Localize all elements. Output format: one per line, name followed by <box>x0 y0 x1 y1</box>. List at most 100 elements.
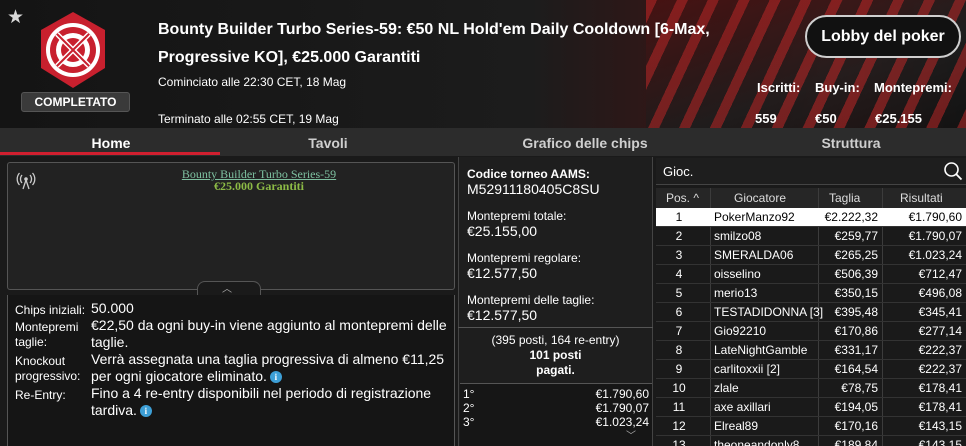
rank-cell: 7 <box>675 324 683 338</box>
sort-arrow-icon[interactable]: ^ <box>693 191 699 205</box>
result-cell: €178,41 <box>918 400 962 414</box>
lobby-button[interactable]: Lobby del poker <box>805 15 961 58</box>
payout-amount: €1.023,24 <box>595 415 649 429</box>
column-header-bounty[interactable]: Taglia <box>829 191 860 205</box>
knockout-text: Verrà assegnata una taglia progressiva d… <box>91 351 445 384</box>
buyin-value: €50 <box>815 111 837 126</box>
buyin-label: Buy-in: <box>815 80 860 95</box>
star-icon[interactable]: ★ <box>7 6 24 29</box>
player-name-cell: carlitoxxii [2] <box>714 362 781 376</box>
info-icon[interactable]: i <box>139 405 152 418</box>
bounty-cell: €265,25 <box>834 248 878 262</box>
rank-cell: 8 <box>675 343 683 357</box>
prizepool-value: €25.155 <box>875 111 922 126</box>
column-header-result[interactable]: Risultati <box>900 191 943 205</box>
table-row[interactable]: 9 carlitoxxii [2] €164,54 €222,37 <box>656 360 966 379</box>
column-header-player[interactable]: Giocatore <box>734 191 786 205</box>
player-search-input[interactable]: Gioc. <box>663 164 693 179</box>
aams-code-value: M52911180405C8SU <box>467 181 600 197</box>
divider <box>458 327 653 328</box>
column-header-position[interactable]: Pos. ^ <box>666 191 699 205</box>
bounty-pool-label: Montepremi taglie: <box>15 320 79 349</box>
table-row[interactable]: 4 oisselino €506,39 €712,47 <box>656 265 966 284</box>
payout-position: 2° <box>463 401 475 415</box>
player-name-cell: PokerManzo92 <box>714 210 795 224</box>
total-prize-label: Montepremi totale: <box>467 209 567 223</box>
result-cell: €178,41 <box>918 381 962 395</box>
column-label: Pos. <box>666 191 691 205</box>
knockout-value: Verrà assegnata una taglia progressiva d… <box>91 351 451 385</box>
bounty-cell: €506,39 <box>834 267 878 281</box>
table-row[interactable]: 2 smilzo08 €259,77 €1.790,07 <box>656 227 966 246</box>
table-row[interactable]: 11 axe axillari €194,05 €178,41 <box>656 398 966 417</box>
rank-cell: 11 <box>672 400 686 414</box>
table-row[interactable]: 12 Elreal89 €170,16 €143,15 <box>656 417 966 436</box>
player-name-cell: oisselino <box>714 267 761 281</box>
player-name-cell: SMERALDA06 <box>714 248 794 262</box>
payout-amount: €1.790,60 <box>595 387 649 401</box>
bounty-cell: €170,16 <box>834 419 878 433</box>
chevron-down-icon[interactable]: ﹀ <box>626 427 636 442</box>
player-name-cell: Gio92210 <box>714 324 767 338</box>
aams-code-label: Codice torneo AAMS: <box>467 167 590 181</box>
knockout-label: Knockout progressivo: <box>15 354 81 383</box>
result-cell: €345,41 <box>918 305 962 319</box>
result-cell: €143,15 <box>918 438 962 446</box>
player-name-cell: smilzo08 <box>714 229 762 243</box>
paid-places-line: pagati. <box>536 363 575 377</box>
reentry-label: Re-Entry: <box>15 388 66 402</box>
rank-cell: 6 <box>675 305 683 319</box>
bounty-pool-value: €22,50 da ogni buy-in viene aggiunto al … <box>91 317 447 350</box>
rank-cell: 12 <box>672 419 686 433</box>
tab-tables[interactable]: Tavoli <box>222 128 434 156</box>
tournament-logo <box>41 12 105 88</box>
tab-structure[interactable]: Struttura <box>736 128 966 156</box>
player-name-cell: axe axillari <box>714 400 771 414</box>
result-cell: €712,47 <box>918 267 962 281</box>
regular-prize-label: Montepremi regolare: <box>467 251 582 265</box>
player-name-cell: theoneandonly8 <box>714 438 800 446</box>
entries-line: (395 posti, 164 re-entry) <box>491 333 620 347</box>
player-name-cell: TESTADIDONNA [3] <box>714 305 824 319</box>
table-row[interactable]: 13 theoneandonly8 €189,84 €143,15 <box>656 436 966 446</box>
bounty-cell: €170,86 <box>834 324 878 338</box>
payout-position: 3° <box>463 415 475 429</box>
player-name-cell: Elreal89 <box>714 419 759 433</box>
result-cell: €222,37 <box>918 343 962 357</box>
result-cell: €496,08 <box>918 286 962 300</box>
info-icon[interactable]: i <box>269 371 282 384</box>
table-row[interactable]: 3 SMERALDA06 €265,25 €1.023,24 <box>656 246 966 265</box>
bounty-prize-value: €12.577,50 <box>467 307 538 323</box>
table-row[interactable]: 5 merio13 €350,15 €496,08 <box>656 284 966 303</box>
rank-cell: 13 <box>672 438 686 446</box>
tournament-title: Bounty Builder Turbo Series-59: €50 NL H… <box>158 21 710 66</box>
tab-chip-graph[interactable]: Grafico delle chips <box>434 128 736 156</box>
result-cell: €277,14 <box>918 324 962 338</box>
bounty-cell: €194,05 <box>834 400 878 414</box>
payout-amount: €1.790,07 <box>595 401 649 415</box>
start-time: Cominciato alle 22:30 CET, 18 Mag <box>158 75 347 89</box>
payout-row: 3° €1.023,24 <box>463 415 649 429</box>
player-search-bar[interactable] <box>656 158 966 185</box>
table-row[interactable]: 7 Gio92210 €170,86 €277,14 <box>656 322 966 341</box>
regular-prize-value: €12.577,50 <box>467 265 538 281</box>
table-row[interactable]: 10 zlale €78,75 €178,41 <box>656 379 966 398</box>
bounty-cell: €189,84 <box>834 438 878 446</box>
bounty-cell: €331,17 <box>834 343 878 357</box>
table-row[interactable]: 6 TESTADIDONNA [3] €395,48 €345,41 <box>656 303 966 322</box>
table-row[interactable]: 8 LateNightGamble €331,17 €222,37 <box>656 341 966 360</box>
result-cell: €1.790,07 <box>908 229 962 243</box>
bounty-cell: €2.222,32 <box>824 210 878 224</box>
status-badge: COMPLETATO <box>21 92 130 112</box>
search-icon[interactable] <box>943 161 963 181</box>
active-tab-indicator <box>0 152 220 155</box>
table-row[interactable]: 1 PokerManzo92 €2.222,32 €1.790,60 <box>656 208 966 227</box>
rank-cell: 2 <box>675 229 683 243</box>
rank-cell: 4 <box>675 267 683 281</box>
result-cell: €1.790,60 <box>908 210 962 224</box>
banner-prize: €25.000 Garantiti <box>214 179 304 193</box>
prizepool-label: Montepremi: <box>874 80 952 95</box>
player-name-cell: merio13 <box>714 286 758 300</box>
payout-position: 1° <box>463 387 475 401</box>
chevron-up-icon[interactable]: ︿ <box>222 280 232 295</box>
